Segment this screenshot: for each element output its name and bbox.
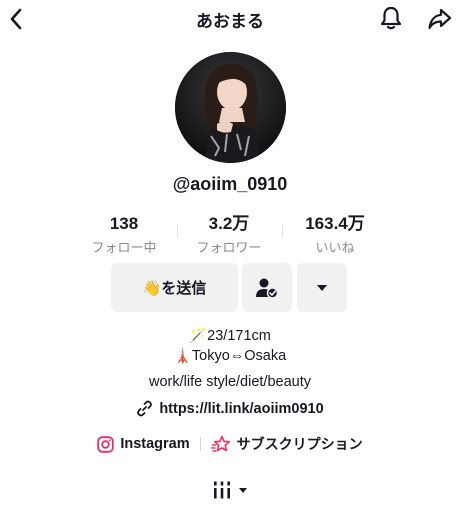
subscription-label: サブスクリプション <box>236 437 363 453</box>
bio-link-text: https://lit.link/aoiim0910 <box>159 400 324 417</box>
share-button[interactable] <box>425 4 455 34</box>
following-label: フォロー中 <box>91 241 157 256</box>
followers-label: フォロワー <box>196 241 262 256</box>
instagram-label: Instagram <box>120 436 190 452</box>
subscription-link[interactable]: サブスクリプション <box>210 434 363 454</box>
bio-line-1: 🪄23/171cm <box>189 328 271 344</box>
following-stat[interactable]: 138 フォロー中 <box>64 214 184 256</box>
likes-label: いいね <box>315 241 355 256</box>
likes-count: 163.4万 <box>305 214 365 233</box>
likes-stat[interactable]: 163.4万 いいね <box>275 214 395 256</box>
subscription-star-icon <box>210 435 230 452</box>
follow-status-button[interactable] <box>242 263 292 312</box>
followers-count: 3.2万 <box>208 214 250 233</box>
user-check-icon <box>256 278 279 299</box>
username: @aoiim_0910 <box>172 174 288 194</box>
grid-bars-icon <box>214 481 230 499</box>
caret-down-icon <box>317 284 327 291</box>
avatar[interactable] <box>175 52 286 163</box>
social-links: Instagram サブスクリプション <box>0 434 460 454</box>
bell-icon <box>380 6 402 30</box>
bio-line-2: 🗼Tokyo⇔Osaka <box>173 348 287 364</box>
following-count: 138 <box>109 214 139 233</box>
more-options-button[interactable] <box>297 263 347 312</box>
notification-button[interactable] <box>376 3 406 33</box>
top-bar: あおまる <box>0 0 460 40</box>
instagram-icon <box>97 435 115 453</box>
instagram-link[interactable]: Instagram <box>97 435 190 453</box>
social-divider <box>199 437 201 451</box>
followers-stat[interactable]: 3.2万 フォロワー <box>169 214 289 256</box>
bio-link[interactable]: https://lit.link/aoiim0910 <box>0 400 460 417</box>
link-icon <box>137 400 153 417</box>
share-arrow-icon <box>428 8 452 30</box>
profile-photo <box>175 52 286 163</box>
content-filter-tab[interactable] <box>0 480 460 500</box>
caret-down-icon <box>239 487 247 493</box>
profile-actions: 👋を送信 <box>0 263 460 313</box>
bio-line-3: work/life style/diet/beauty <box>149 374 311 390</box>
stats-row: 138 フォロー中 3.2万 フォロワー 163.4万 いいね <box>0 214 460 258</box>
send-wave-button[interactable]: 👋を送信 <box>111 263 238 312</box>
